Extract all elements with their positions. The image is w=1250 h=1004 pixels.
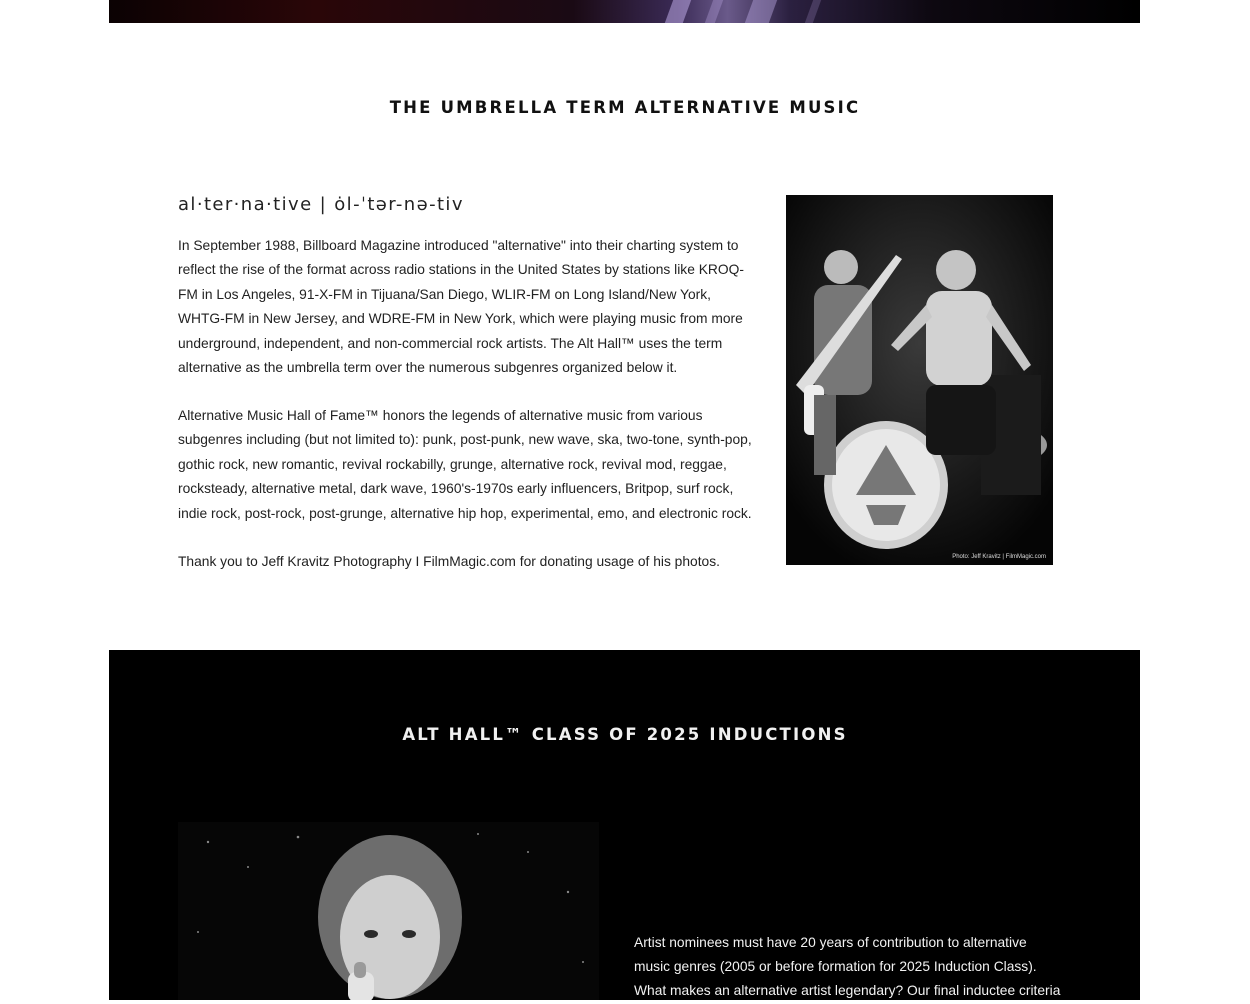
- hero-image: [109, 0, 1140, 23]
- inductee-singer-photo-art: [178, 822, 599, 1000]
- inductee-singer-photo: [178, 822, 599, 1000]
- paragraph-photo-thanks: Thank you to Jeff Kravitz Photography I …: [178, 554, 720, 569]
- band-live-photo: Photo: Jeff Kravitz | FilmMagic.com: [786, 195, 1053, 565]
- section-title-umbrella-term: THE UMBRELLA TERM ALTERNATIVE MUSIC: [389, 98, 861, 117]
- photo-credit: Photo: Jeff Kravitz | FilmMagic.com: [952, 554, 1046, 560]
- inductions-criteria-text: Artist nominees must have 20 years of co…: [634, 935, 1061, 999]
- pronunciation-definition: al·ter·na·tive | ȯl-ˈtər-nə-tiv: [178, 194, 464, 215]
- paragraph-billboard-history: In September 1988, Billboard Magazine in…: [178, 238, 744, 376]
- band-live-photo-art: [786, 195, 1053, 565]
- paragraph-subgenres: Alternative Music Hall of Fame™ honors t…: [178, 408, 752, 521]
- section-title-inductions: ALT HALL™ CLASS OF 2025 INDUCTIONS: [402, 725, 848, 744]
